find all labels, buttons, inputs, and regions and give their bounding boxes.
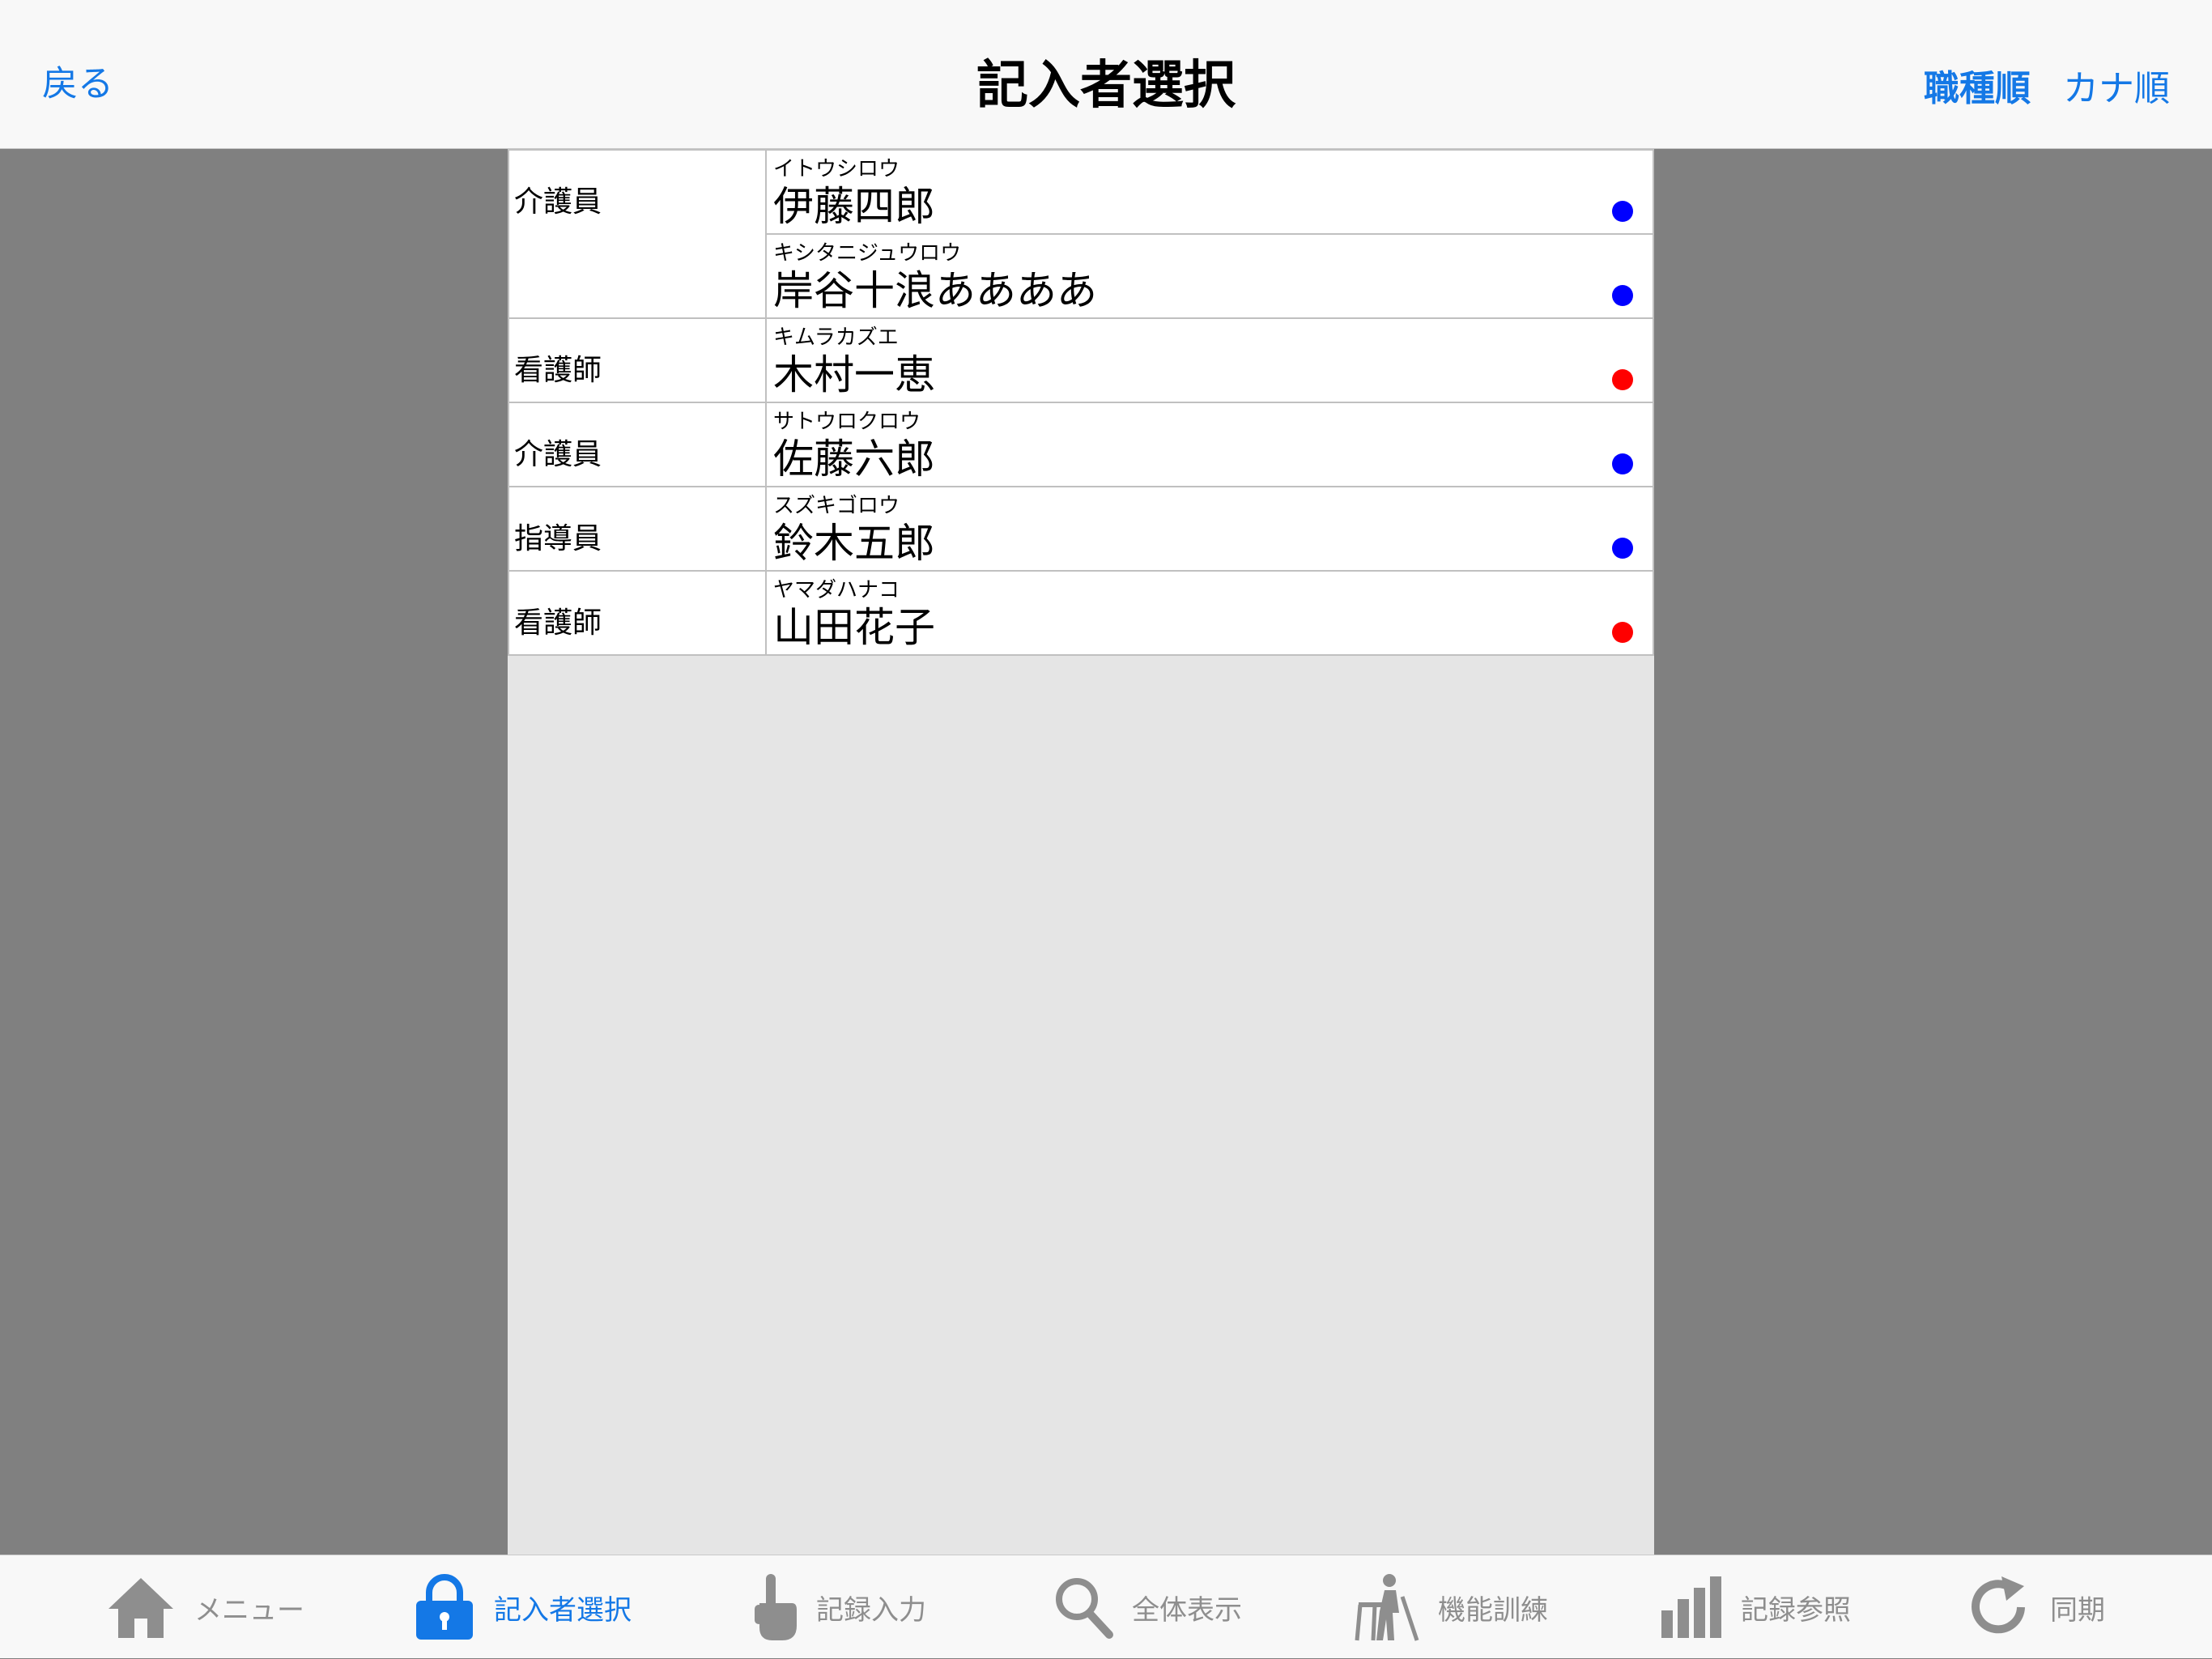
- tab-label: メニュー: [194, 1593, 304, 1627]
- job-cell: 指導員: [508, 486, 767, 572]
- staff-kana: キムラカズエ: [773, 325, 899, 350]
- tab-label: 記録参照: [1741, 1593, 1851, 1627]
- staff-entry[interactable]: イトウシロウ 伊藤四郎: [765, 149, 1654, 235]
- tab-label: 記入者選択: [494, 1593, 632, 1627]
- status-dot: [1612, 622, 1633, 643]
- tab-label: 全体表示: [1132, 1593, 1242, 1627]
- staff-kana: スズキゴロウ: [773, 494, 900, 518]
- staff-name: 木村一恵: [773, 351, 935, 398]
- job-cell: 看護師: [508, 317, 767, 403]
- table-row[interactable]: 指導員 スズキゴロウ 鈴木五郎: [508, 486, 1654, 572]
- staff-table: 介護員 イトウシロウ 伊藤四郎 キシタニジュウロウ 岸谷十浪ああああ 看護師 キ…: [508, 149, 1654, 656]
- job-cell: 介護員: [508, 149, 767, 319]
- staff-name: 鈴木五郎: [773, 520, 935, 567]
- bar-chart-icon: [1660, 1575, 1723, 1640]
- page-title: 記入者選択: [976, 56, 1236, 116]
- status-dot: [1612, 201, 1633, 222]
- tab-overview[interactable]: 全体表示: [1053, 1555, 1242, 1659]
- table-row[interactable]: 看護師 ヤマダハナコ 山田花子: [508, 570, 1654, 656]
- hand-pointer-icon: [753, 1572, 798, 1642]
- walker-icon: [1352, 1572, 1420, 1642]
- job-cell: 介護員: [508, 402, 767, 487]
- status-dot: [1612, 285, 1633, 306]
- table-row[interactable]: 看護師 キムラカズエ 木村一恵: [508, 317, 1654, 403]
- table-row[interactable]: 介護員 サトウロクロウ 佐藤六郎: [508, 402, 1654, 487]
- status-dot: [1612, 369, 1633, 390]
- tab-record-input[interactable]: 記録入力: [753, 1555, 926, 1659]
- staff-entry[interactable]: スズキゴロウ 鈴木五郎: [765, 486, 1654, 572]
- staff-entry[interactable]: ヤマダハナコ 山田花子: [765, 570, 1654, 656]
- staff-name: 伊藤四郎: [773, 183, 935, 230]
- staff-kana: ヤマダハナコ: [773, 578, 900, 602]
- tab-recorder-select[interactable]: 記入者選択: [413, 1555, 632, 1659]
- job-cell: 看護師: [508, 570, 767, 656]
- table-row[interactable]: 介護員 イトウシロウ 伊藤四郎: [508, 149, 1654, 319]
- tab-record-reference[interactable]: 記録参照: [1660, 1555, 1851, 1659]
- staff-list-panel: 介護員 イトウシロウ 伊藤四郎 キシタニジュウロウ 岸谷十浪ああああ 看護師 キ…: [508, 149, 1654, 1555]
- tab-sync[interactable]: 同期: [1964, 1555, 2105, 1659]
- sort-controls: 職種順 カナ順: [1924, 71, 2170, 107]
- sort-by-kana-button[interactable]: カナ順: [2063, 71, 2170, 107]
- status-dot: [1612, 453, 1633, 474]
- sync-icon: [1964, 1573, 2032, 1641]
- tab-menu[interactable]: メニュー: [105, 1555, 304, 1659]
- staff-entry[interactable]: キシタニジュウロウ 岸谷十浪ああああ: [765, 233, 1654, 319]
- tab-label: 機能訓練: [1438, 1593, 1548, 1627]
- staff-entry[interactable]: サトウロクロウ 佐藤六郎: [765, 402, 1654, 487]
- home-icon: [105, 1575, 177, 1640]
- tab-label: 同期: [2050, 1593, 2105, 1627]
- staff-kana: キシタニジュウロウ: [773, 241, 962, 266]
- tab-label: 記録入力: [816, 1593, 926, 1627]
- staff-kana: サトウロクロウ: [773, 410, 921, 434]
- search-icon: [1053, 1575, 1114, 1640]
- staff-name: 佐藤六郎: [773, 436, 935, 483]
- staff-name: 岸谷十浪ああああ: [773, 267, 1097, 314]
- status-dot: [1612, 538, 1633, 559]
- tab-bar: メニュー 記入者選択 記録入力 全体表示 機能訓練 記録参照 同期: [0, 1555, 2212, 1658]
- tab-function-training[interactable]: 機能訓練: [1352, 1555, 1548, 1659]
- navigation-bar: 戻る 記入者選択 職種順 カナ順: [0, 0, 2212, 149]
- staff-kana: イトウシロウ: [773, 157, 900, 181]
- lock-icon: [413, 1573, 476, 1641]
- sort-by-job-button[interactable]: 職種順: [1924, 71, 2031, 107]
- staff-entry[interactable]: キムラカズエ 木村一恵: [765, 317, 1654, 403]
- staff-name: 山田花子: [773, 604, 935, 651]
